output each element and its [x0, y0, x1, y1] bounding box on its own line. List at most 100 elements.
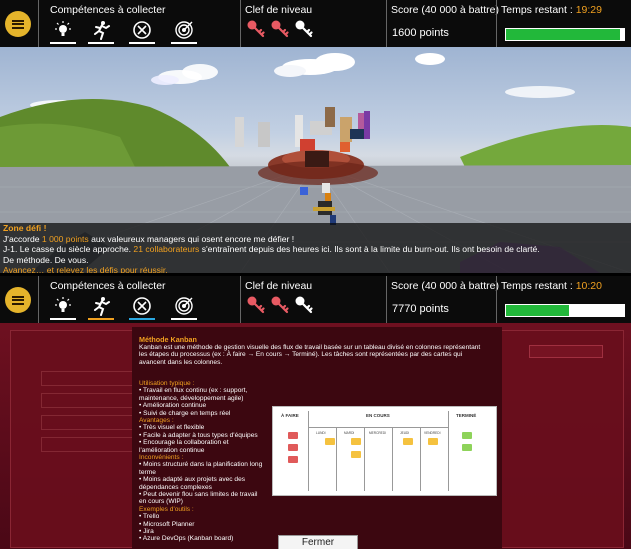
dialog-text: s'entraînent depuis des heures ici. Ils …	[199, 244, 540, 254]
skills-row	[45, 20, 235, 45]
skill-underline	[88, 318, 114, 320]
divider	[496, 0, 497, 47]
board-col-doing: EN COURS	[366, 413, 390, 418]
skill-underline	[129, 42, 155, 44]
drawback-item: dépendances complexes	[139, 483, 212, 491]
game-viewport[interactable]: Zone défi ! J'accorde 1 000 points aux v…	[0, 47, 631, 273]
drawback-item: en cours (WIP)	[139, 498, 183, 506]
board-card	[288, 432, 298, 439]
board-day: VENDREDI	[424, 431, 441, 435]
modal-description: Kanban est une méthode de gestion visuel…	[139, 344, 481, 366]
time-progress-bar	[505, 28, 625, 41]
skills-row	[45, 296, 235, 321]
skill-compass	[129, 296, 155, 320]
advantage-item: l'amélioration continue	[139, 446, 205, 454]
divider	[496, 276, 497, 323]
key-icon	[247, 20, 265, 38]
compass-icon	[133, 297, 151, 315]
score-label: Score (40 000 à battre)	[391, 4, 499, 16]
dialog-text: J-1. Le casse du siècle approche.	[3, 244, 134, 254]
board-column-divider	[448, 411, 449, 491]
running-person-icon	[94, 297, 110, 316]
board-col-done: TERMINÉ	[456, 413, 477, 418]
dialog-line: J-1. Le casse du siècle approche. 21 col…	[0, 244, 631, 255]
game-viewport: Méthode Kanban Kanban est une méthode de…	[0, 323, 631, 549]
usage-item: • Suivi de charge en temps réel	[139, 409, 231, 417]
board-card	[403, 438, 413, 445]
tools-title: Exemples d'outils :	[139, 505, 194, 513]
dialog-text: J'accorde	[3, 233, 42, 244]
usage-item: maintenance, développement agile)	[139, 394, 244, 402]
time-progress-fill	[506, 29, 621, 40]
skill-lightbulb	[50, 296, 76, 320]
time-label-text: Temps restant :	[501, 4, 576, 16]
drawback-item: • Moins structuré dans la planification …	[139, 461, 263, 469]
menu-button[interactable]	[5, 11, 31, 37]
skill-runner	[88, 296, 114, 320]
hud-bar: Compétences à collecter Clef de niveau S…	[0, 276, 631, 323]
dialog-line: J'accorde 1 000 points aux valeureux man…	[0, 234, 631, 245]
skill-underline	[88, 42, 114, 44]
board-column-divider	[308, 411, 309, 491]
divider	[386, 0, 387, 47]
skill-underline	[129, 318, 155, 320]
drawback-item: terme	[139, 468, 156, 476]
menu-button[interactable]	[5, 287, 31, 313]
hamburger-icon	[12, 295, 24, 305]
time-label: Temps restant : 10:20	[501, 280, 602, 292]
tool-item: • Jira	[139, 528, 154, 535]
board-col-todo: À FAIRE	[281, 413, 299, 418]
usage-item: • Travail en flux continu (ex : support,	[139, 387, 248, 395]
score-value: 1600 points	[392, 27, 449, 39]
time-label: Temps restant : 19:29	[501, 4, 602, 16]
dialog-highlight: 1 000 points	[41, 233, 89, 244]
dialog-text: aux valeureux managers qui osent encore …	[88, 233, 295, 244]
skill-underline	[171, 42, 197, 44]
skill-target	[171, 20, 197, 44]
board-card	[351, 438, 361, 445]
advantage-item: • Très visuel et flexible	[139, 424, 205, 432]
tool-item: • Azure DevOps (Kanban board)	[139, 535, 234, 543]
key-icon	[271, 20, 289, 38]
board-day: LUNDI	[316, 431, 326, 435]
lightbulb-icon	[55, 297, 71, 312]
score-value: 7770 points	[392, 303, 449, 315]
board-day: MERCREDI	[369, 431, 387, 435]
tool-item: • Trello	[139, 513, 160, 521]
skill-compass	[129, 20, 155, 44]
dialog-cta: Avancez… et relevez les défis pour réuss…	[3, 265, 168, 273]
board-card	[325, 438, 335, 445]
dialog-line: De méthode. De vous.	[3, 254, 89, 265]
target-icon	[175, 21, 193, 39]
score-label: Score (40 000 à battre)	[391, 280, 499, 292]
skill-runner	[88, 20, 114, 44]
board-card	[351, 451, 361, 458]
skills-label: Compétences à collecter	[50, 4, 166, 16]
advantage-item: • Facile à adapter à tous types d'équipe…	[139, 431, 258, 439]
keys-label: Clef de niveau	[245, 4, 313, 16]
kanban-board-illustration: À FAIRE EN COURS TERMINÉ LUNDI MARDI MER…	[272, 406, 497, 496]
drawback-item: • Peut devenir flou sans limites de trav…	[139, 491, 258, 498]
board-card	[462, 432, 472, 439]
time-progress-fill	[506, 305, 569, 316]
divider	[240, 0, 241, 47]
usage-item: • Amélioration continue	[139, 402, 207, 410]
time-value: 19:29	[575, 4, 602, 16]
time-value: 10:20	[575, 280, 602, 292]
key-icon	[247, 296, 265, 314]
advantage-item: • Encourage la collaboration et	[139, 439, 229, 447]
close-button[interactable]: Fermer	[278, 535, 358, 549]
drawback-item: • Moins adapté aux projets avec des	[139, 476, 246, 484]
compass-icon	[133, 21, 151, 39]
board-header-divider	[309, 427, 448, 428]
modal-title: Méthode Kanban	[139, 335, 197, 344]
background-button	[529, 345, 603, 358]
dialog-title: Zone défi !	[3, 223, 47, 233]
board-day-divider	[392, 428, 393, 491]
advantages-title: Avantages :	[139, 417, 174, 424]
board-day-divider	[336, 428, 337, 491]
target-icon	[175, 297, 193, 315]
skill-target	[171, 296, 197, 320]
drawbacks-title: Inconvénients :	[139, 454, 184, 461]
board-card	[288, 444, 298, 451]
